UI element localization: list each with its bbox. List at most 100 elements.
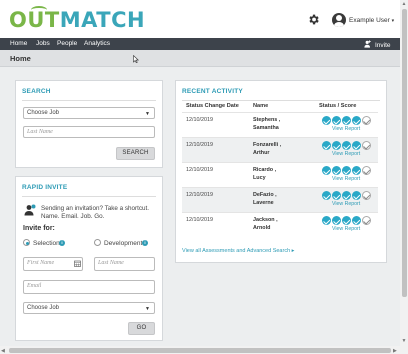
check-circle-icon xyxy=(352,141,361,150)
check-circle-icon xyxy=(352,191,361,200)
main-nav: Home Jobs People Analytics Invite xyxy=(0,38,400,50)
scrollbar-thumb[interactable] xyxy=(401,9,407,297)
nav-people[interactable]: People xyxy=(57,40,77,47)
chevron-down-icon: ▼ xyxy=(145,111,150,117)
logo-arc xyxy=(31,6,47,14)
check-circle-outline-icon xyxy=(362,191,371,200)
rapid-invite-panel: RAPID INVITE Sending an invitation? Take… xyxy=(15,176,163,341)
recent-activity-title: RECENT ACTIVITY xyxy=(182,88,243,95)
search-button[interactable]: SEARCH xyxy=(116,147,155,160)
scrollbar-thumb[interactable] xyxy=(9,347,391,353)
table-row: 12/10/2019 Jackson , Arnold View Report xyxy=(182,212,378,237)
row-date: 12/10/2019 xyxy=(186,192,213,198)
search-job-select[interactable]: Choose Job ▼ xyxy=(23,107,155,119)
row-name[interactable]: Fonzarelli , Arthur xyxy=(253,142,281,157)
rapid-invite-message: Sending an invitation? Take a shortcut. … xyxy=(41,205,150,220)
invite-job-select[interactable]: Choose Job ▼ xyxy=(23,302,155,314)
chevron-down-icon: ▼ xyxy=(145,306,150,312)
search-panel: SEARCH Choose Job ▼ Last Name SEARCH xyxy=(15,80,163,168)
check-circle-icon xyxy=(352,216,361,225)
row-date: 12/10/2019 xyxy=(186,217,213,223)
check-circle-icon xyxy=(322,116,331,125)
check-circle-icon xyxy=(342,191,351,200)
scroll-right-icon[interactable]: ▶ xyxy=(393,348,397,354)
check-circle-icon xyxy=(322,166,331,175)
scroll-up-icon[interactable]: ▲ xyxy=(402,1,407,7)
rapid-invite-title: RAPID INVITE xyxy=(22,184,68,191)
check-circle-icon xyxy=(332,141,341,150)
chevron-down-icon: ▾ xyxy=(391,18,395,24)
row-name[interactable]: Ricardo , Lucy xyxy=(253,167,276,182)
page-title: Home xyxy=(10,54,31,63)
search-panel-title: SEARCH xyxy=(22,88,51,95)
add-person-icon xyxy=(364,40,371,48)
divider xyxy=(22,196,156,197)
check-circle-icon xyxy=(352,116,361,125)
nav-home[interactable]: Home xyxy=(10,40,27,47)
row-name[interactable]: Stephens , Samantha xyxy=(253,117,280,132)
invite-for-label: Invite for: xyxy=(23,225,55,232)
table-row: 12/10/2019 Stephens , Samantha View Repor… xyxy=(182,112,378,137)
view-report-link[interactable]: View Report xyxy=(332,176,360,182)
last-name-input[interactable]: Last Name xyxy=(94,257,155,271)
row-date: 12/10/2019 xyxy=(186,167,213,173)
add-person-icon xyxy=(24,204,36,216)
view-report-link[interactable]: View Report xyxy=(332,201,360,207)
check-circle-icon xyxy=(332,191,341,200)
email-field[interactable]: Email xyxy=(23,280,155,294)
check-circle-icon xyxy=(332,216,341,225)
row-name[interactable]: Jackson , Arnold xyxy=(253,217,278,232)
invite-label: Invite xyxy=(375,42,391,49)
check-circle-icon xyxy=(322,191,331,200)
row-date: 12/10/2019 xyxy=(186,142,213,148)
check-circle-outline-icon xyxy=(362,166,371,175)
view-report-link[interactable]: View Report xyxy=(332,226,360,232)
check-circle-icon xyxy=(332,166,341,175)
check-circle-icon xyxy=(332,116,341,125)
info-icon[interactable]: i xyxy=(142,240,148,246)
user-menu[interactable]: Example User ▾ xyxy=(349,17,394,24)
check-circle-outline-icon xyxy=(362,141,371,150)
column-header-status: Status / Score xyxy=(319,103,357,109)
radio-selection-label[interactable]: Selection xyxy=(33,240,60,247)
gear-icon[interactable] xyxy=(307,13,320,26)
view-report-link[interactable]: View Report xyxy=(332,151,360,157)
view-report-link[interactable]: View Report xyxy=(332,126,360,132)
horizontal-scrollbar[interactable]: ◀ ▶ xyxy=(0,346,400,354)
check-circle-icon xyxy=(322,216,331,225)
radio-selection[interactable] xyxy=(23,239,30,246)
mouse-cursor-icon xyxy=(133,55,139,63)
nav-analytics[interactable]: Analytics xyxy=(84,40,110,47)
check-circle-icon xyxy=(342,141,351,150)
table-row: 12/10/2019 DeFazio , Laverne View Report xyxy=(182,187,378,212)
user-avatar[interactable] xyxy=(332,13,346,27)
check-circle-outline-icon xyxy=(362,116,371,125)
info-icon[interactable]: i xyxy=(59,240,65,246)
table-row: 12/10/2019 Fonzarelli , Arthur View Repor… xyxy=(182,137,378,162)
calendar-icon xyxy=(74,260,81,267)
scroll-down-icon[interactable]: ▼ xyxy=(402,338,407,344)
scroll-left-icon[interactable]: ◀ xyxy=(1,348,5,354)
check-circle-outline-icon xyxy=(362,216,371,225)
vertical-scrollbar[interactable]: ▲ ▼ xyxy=(400,0,408,354)
view-all-assessments-link[interactable]: View all Assessments and Advanced Search… xyxy=(182,248,294,254)
check-circle-icon xyxy=(322,141,331,150)
radio-development[interactable] xyxy=(94,239,101,246)
nav-jobs[interactable]: Jobs xyxy=(36,40,50,47)
outmatch-logo[interactable]: OUTMATCH xyxy=(9,6,145,32)
radio-development-label[interactable]: Development xyxy=(104,240,142,247)
go-button[interactable]: GO xyxy=(128,322,155,335)
user-name: Example User xyxy=(349,17,390,24)
row-name[interactable]: DeFazio , Laverne xyxy=(253,192,277,207)
check-circle-icon xyxy=(342,216,351,225)
column-header-name: Name xyxy=(253,103,269,109)
check-circle-icon xyxy=(352,166,361,175)
column-header-date: Status Change Date xyxy=(186,103,239,109)
check-circle-icon xyxy=(342,116,351,125)
search-last-name-input[interactable]: Last Name xyxy=(23,126,155,138)
invite-button[interactable]: Invite xyxy=(364,40,391,49)
page-title-bar: Home xyxy=(0,50,400,67)
divider xyxy=(182,100,380,101)
top-header: OUTMATCH Example User ▾ xyxy=(0,0,400,38)
divider xyxy=(22,100,156,101)
